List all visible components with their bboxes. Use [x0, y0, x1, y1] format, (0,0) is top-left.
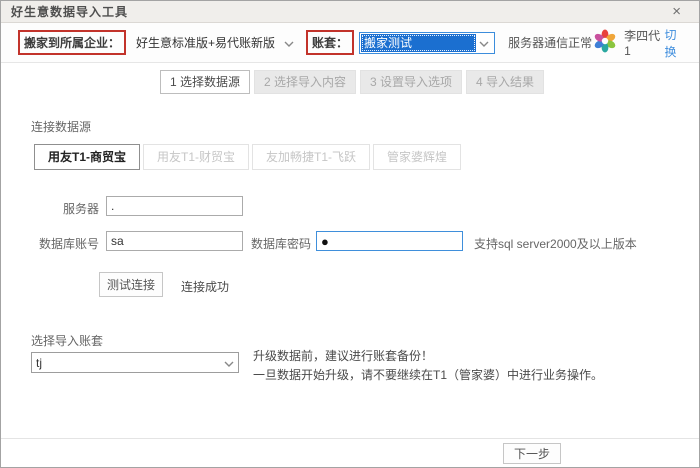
- title-bar: 好生意数据导入工具 ×: [1, 1, 699, 23]
- db-user-label: 数据库账号: [38, 237, 99, 251]
- step-tab-1[interactable]: 1 选择数据源: [160, 70, 251, 94]
- footer-bar: 下一步: [1, 438, 699, 467]
- db-pass-input[interactable]: ●: [316, 231, 463, 251]
- dialog-title: 好生意数据导入工具: [11, 5, 129, 19]
- header-row: 搬家到所属企业： 好生意标准版+易代账新版 账套： 搬家测试 服务器通信正常 李…: [1, 23, 699, 63]
- datasource-tab-t1-caimaobao[interactable]: 用友T1-财贸宝: [143, 144, 250, 170]
- datasource-tabs: 用友T1-商贸宝 用友T1-财贸宝 友加畅捷T1-飞跃 管家婆辉煌: [34, 144, 464, 170]
- step-tab-2[interactable]: 2 选择导入内容: [254, 70, 357, 94]
- import-account-value: tj: [36, 355, 42, 370]
- db-user-input[interactable]: [106, 231, 243, 251]
- next-step-button[interactable]: 下一步: [503, 443, 561, 464]
- chevron-down-icon: [284, 36, 294, 50]
- user-name: 李四代1: [624, 29, 661, 58]
- product-select[interactable]: 好生意标准版+易代账新版: [136, 34, 294, 51]
- step-tab-4[interactable]: 4 导入结果: [466, 70, 545, 94]
- user-area: 李四代1 切换: [592, 26, 685, 60]
- step-tabs: 1 选择数据源 2 选择导入内容 3 设置导入选项 4 导入结果: [160, 70, 548, 94]
- server-label: 服务器: [62, 202, 99, 216]
- test-connection-button[interactable]: 测试连接: [99, 272, 163, 297]
- select-import-account-title: 选择导入账套: [31, 334, 104, 348]
- server-input[interactable]: [106, 196, 243, 216]
- datasource-tab-guanjiapo[interactable]: 管家婆辉煌: [373, 144, 462, 170]
- datasource-tab-t1-feiyue[interactable]: 友加畅捷T1-飞跃: [252, 144, 371, 170]
- account-label: 账套：: [306, 30, 355, 55]
- switch-account-link[interactable]: 切换: [665, 26, 685, 60]
- account-select[interactable]: 搬家测试: [359, 31, 496, 54]
- connection-result-text: 连接成功: [181, 280, 230, 294]
- sql-version-note: 支持sql server2000及以上版本: [474, 237, 637, 251]
- close-icon[interactable]: ×: [672, 4, 681, 19]
- import-tool-dialog: 好生意数据导入工具 × 搬家到所属企业： 好生意标准版+易代账新版 账套： 搬家…: [0, 0, 700, 468]
- step-tab-3[interactable]: 3 设置导入选项: [360, 70, 463, 94]
- backup-warning-line1: 升级数据前，建议进行账套备份！: [253, 349, 434, 363]
- db-pass-label: 数据库密码: [250, 237, 311, 251]
- backup-warning-line2: 一旦数据开始升级，请不要继续在T1（管家婆）中进行业务操作。: [253, 368, 604, 382]
- user-avatar-icon: [592, 28, 618, 57]
- connect-datasource-title: 连接数据源: [31, 120, 92, 134]
- datasource-tab-t1-shangmaobao[interactable]: 用友T1-商贸宝: [34, 144, 141, 170]
- server-status: 服务器通信正常: [508, 36, 593, 50]
- import-account-select[interactable]: tj: [31, 352, 239, 373]
- account-select-value: 搬家测试: [361, 33, 477, 52]
- migrate-company-label: 搬家到所属企业：: [18, 30, 127, 55]
- chevron-down-icon: [479, 36, 489, 50]
- product-select-value: 好生意标准版+易代账新版: [136, 36, 276, 50]
- chevron-down-icon: [224, 356, 234, 370]
